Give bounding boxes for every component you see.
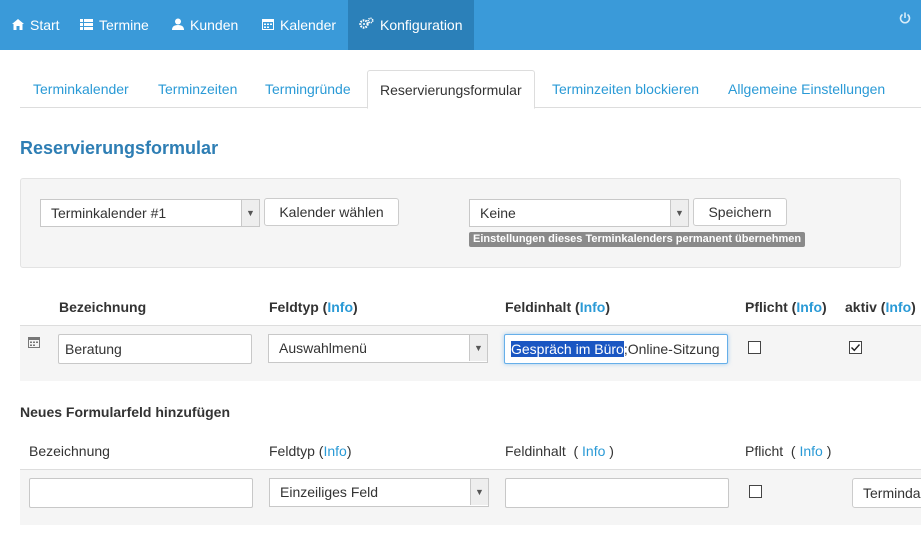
new-bezeichnung-input[interactable] [29, 478, 253, 508]
top-navbar: Start Termine Kunden Kalender Konfigurat… [0, 0, 921, 50]
tab-reservierungsformular[interactable]: Reservierungsformular [367, 70, 535, 109]
new-feldtyp-select[interactable]: Einzeiliges Feld ▼ [269, 478, 489, 507]
new-header-pflicht: Pflicht ( Info ) [745, 443, 832, 459]
template-select-value: Keine [480, 205, 516, 221]
info-link[interactable]: Info [580, 299, 606, 315]
new-header-feldinhalt-label: Feldinhalt [505, 443, 566, 459]
new-header-feldtyp-label: Feldtyp [269, 443, 315, 459]
header-feldinhalt-label: Feldinhalt [505, 299, 572, 315]
nav-kunden[interactable]: Kunden [172, 0, 238, 50]
header-aktiv: aktiv (Info) [845, 299, 916, 315]
save-button[interactable]: Speichern [693, 198, 787, 226]
feldtyp-select-value: Auswahlmenü [279, 340, 367, 356]
feldinhalt-input[interactable]: Gespräch im Büro;Online-Sitzung [504, 334, 728, 364]
tab-terminzeiten-blockieren[interactable]: Terminzeiten blockieren [552, 70, 699, 108]
header-pflicht-label: Pflicht [745, 299, 788, 315]
check-icon [851, 344, 861, 352]
calendar-icon [262, 17, 274, 33]
selected-text: Gespräch im Büro [511, 341, 624, 357]
nav-kalender[interactable]: Kalender [262, 0, 336, 50]
tab-terminkalender[interactable]: Terminkalender [33, 70, 129, 108]
new-header-feldtyp: Feldtyp (Info) [269, 443, 352, 459]
nav-start[interactable]: Start [12, 0, 60, 50]
feldinhalt-rest: ;Online-Sitzung [623, 341, 720, 357]
header-aktiv-label: aktiv [845, 299, 877, 315]
nav-start-label: Start [30, 17, 60, 33]
new-feldinhalt-input[interactable] [505, 478, 729, 508]
header-feldtyp-label: Feldtyp [269, 299, 319, 315]
bezeichnung-input[interactable]: Beratung [58, 334, 252, 364]
chevron-down-icon: ▼ [670, 200, 688, 226]
nav-kalender-label: Kalender [280, 17, 337, 33]
header-pflicht: Pflicht (Info) [745, 299, 827, 315]
pflicht-checkbox[interactable] [748, 341, 761, 354]
info-link[interactable]: Info [327, 299, 353, 315]
tab-allgemeine-einstellungen[interactable]: Allgemeine Einstellungen [728, 70, 885, 108]
info-link[interactable]: Info [885, 299, 911, 315]
new-feldtyp-select-value: Einzeiliges Feld [280, 484, 379, 500]
nav-konfiguration-label: Konfiguration [380, 17, 463, 33]
header-feldinhalt: Feldinhalt (Info) [505, 299, 611, 315]
nav-kunden-label: Kunden [190, 17, 239, 33]
choose-calendar-button[interactable]: Kalender wählen [264, 198, 399, 226]
home-icon [12, 17, 24, 33]
info-link[interactable]: Info [796, 299, 822, 315]
power-icon[interactable] [899, 12, 911, 27]
header-bezeichnung: Bezeichnung [59, 299, 147, 315]
calendar-select-value: Terminkalender #1 [51, 205, 167, 221]
page-title: Reservierungsformular [20, 138, 219, 158]
hint-badge: Einstellungen dieses Terminkalenders per… [469, 232, 806, 247]
info-link[interactable]: Info [582, 443, 605, 459]
calendar-select[interactable]: Terminkalender #1 ▼ [40, 199, 260, 227]
new-header-pflicht-label: Pflicht [745, 443, 784, 459]
aktiv-checkbox[interactable] [849, 341, 862, 354]
user-icon [172, 17, 184, 33]
tab-termingruende[interactable]: Termingründe [265, 70, 351, 108]
config-tabs: Terminkalender Terminzeiten Termingründe… [20, 70, 921, 109]
info-link[interactable]: Info [323, 443, 346, 459]
info-link[interactable]: Info [799, 443, 822, 459]
nav-termine-label: Termine [99, 17, 149, 33]
nav-termine[interactable]: Termine [80, 0, 149, 50]
new-header-bezeichnung: Bezeichnung [29, 443, 110, 459]
cogs-icon [359, 17, 374, 33]
chevron-down-icon: ▼ [469, 335, 487, 361]
new-calendar-select[interactable]: Terminda [852, 478, 921, 508]
new-pflicht-checkbox[interactable] [749, 485, 762, 498]
header-feldtyp: Feldtyp (Info) [269, 299, 358, 315]
calendar-icon[interactable] [28, 336, 40, 351]
nav-konfiguration[interactable]: Konfiguration [348, 0, 474, 50]
new-header-feldinhalt: Feldinhalt ( Info ) [505, 443, 614, 459]
list-icon [80, 17, 93, 33]
feldtyp-select[interactable]: Auswahlmenü ▼ [268, 334, 488, 363]
tab-terminzeiten[interactable]: Terminzeiten [158, 70, 237, 108]
chevron-down-icon: ▼ [241, 200, 259, 226]
new-field-title: Neues Formularfeld hinzufügen [20, 404, 231, 420]
template-select[interactable]: Keine ▼ [469, 199, 689, 227]
chevron-down-icon: ▼ [470, 479, 488, 505]
